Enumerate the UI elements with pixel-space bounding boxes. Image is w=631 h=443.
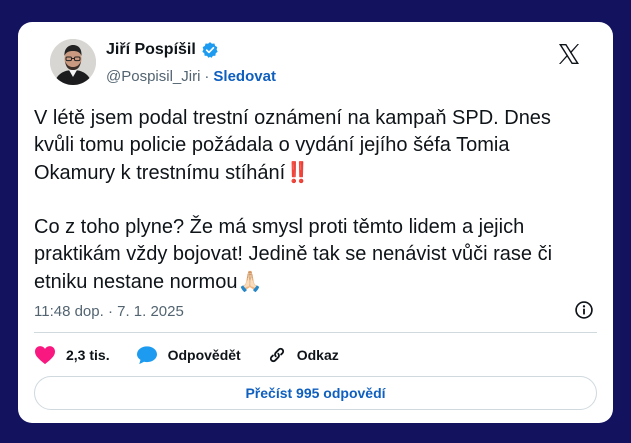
reply-button[interactable]: Odpovědět	[136, 345, 241, 365]
read-replies-button[interactable]: Přečíst 995 odpovědí	[34, 376, 597, 410]
link-label: Odkaz	[296, 347, 339, 363]
author-handle-row: @Pospisil_Jiri · Sledovat	[106, 68, 276, 85]
author-name-row: Jiří Pospíšil	[106, 41, 219, 59]
like-count: 2,3 tis.	[66, 347, 110, 363]
avatar[interactable]	[50, 39, 96, 85]
verified-badge-icon	[202, 42, 218, 58]
tweet-text: V létě jsem podal trestní oznámení na ka…	[34, 105, 594, 296]
author-name[interactable]: Jiří Pospíšil	[106, 41, 196, 59]
like-button[interactable]: 2,3 tis.	[34, 345, 110, 365]
tweet-paragraph-1: V létě jsem podal trestní oznámení na ka…	[34, 105, 594, 187]
tweet-header: Jiří Pospíšil @Pospisil_Jiri · Sledovat	[34, 22, 597, 110]
double-exclamation-icon: ‼️	[285, 160, 311, 184]
tweet-timestamp[interactable]: 11:48 dop. · 7. 1. 2025	[34, 303, 184, 320]
divider	[34, 332, 597, 333]
paragraph-2-text: Co z toho plyne? Že má smysl proti těmto…	[34, 216, 553, 293]
copy-link-button[interactable]: Odkaz	[267, 345, 339, 365]
heart-icon	[35, 346, 55, 365]
avatar-image	[50, 39, 96, 85]
tweet-card: Jiří Pospíšil @Pospisil_Jiri · Sledovat …	[18, 22, 613, 423]
follow-button[interactable]: Sledovat	[213, 68, 276, 85]
link-icon	[269, 347, 284, 363]
author-handle[interactable]: @Pospisil_Jiri	[106, 68, 200, 85]
action-bar: 2,3 tis. Odpovědět Odkaz	[34, 344, 339, 366]
tweet-paragraph-2: Co z toho plyne? Že má smysl proti těmto…	[34, 214, 594, 296]
folded-hands-icon: 🙏🏻	[237, 269, 263, 293]
speech-bubble-icon	[136, 346, 157, 365]
x-logo-icon[interactable]	[557, 42, 581, 66]
info-icon[interactable]	[574, 300, 594, 320]
separator-dot: ·	[204, 68, 210, 85]
reply-label: Odpovědět	[167, 347, 241, 363]
